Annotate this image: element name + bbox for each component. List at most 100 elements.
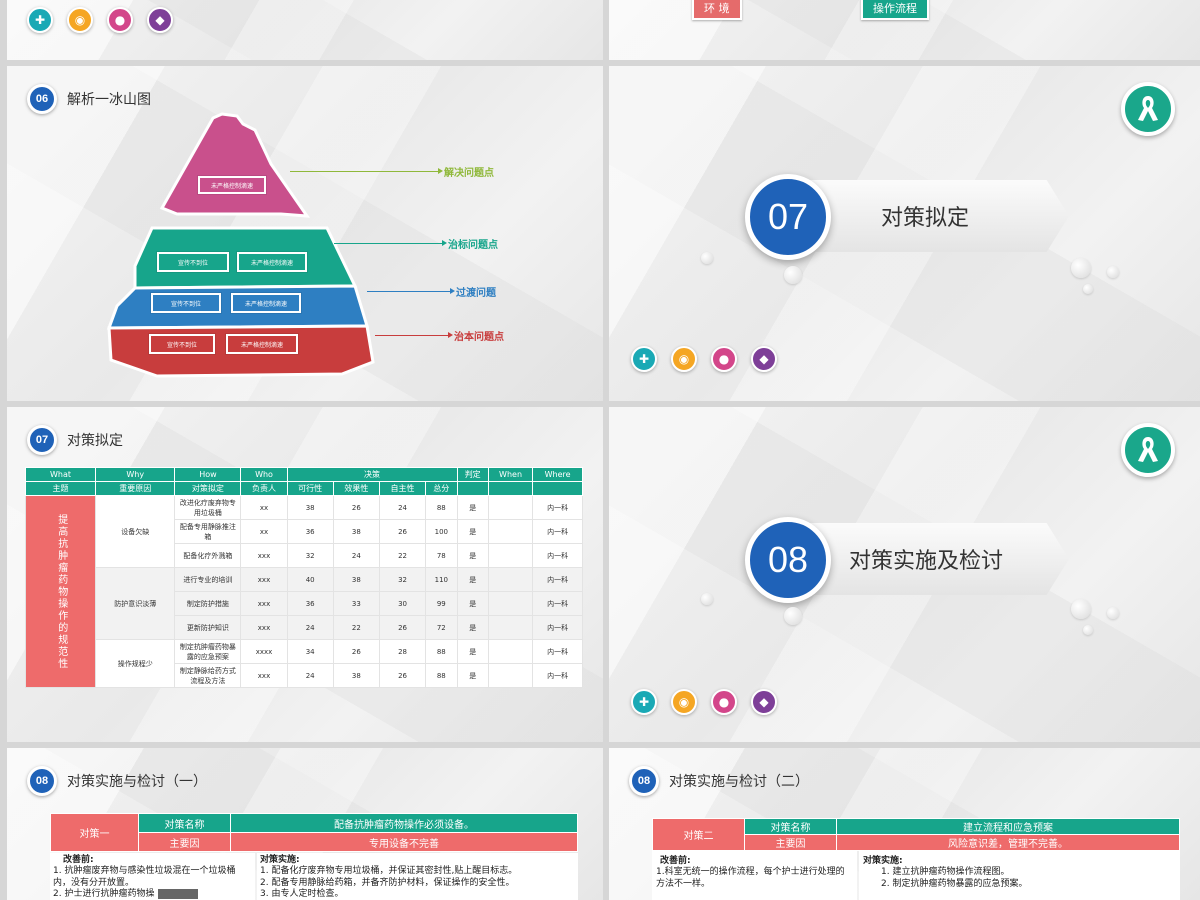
table-cell: 制定抗肿瘤药物暴露的应急预案 (174, 639, 242, 664)
table-cell: 进行专业的培训 (174, 567, 242, 592)
table-cell: 26 (332, 495, 380, 520)
impl-line: 3. 由专人定时检查。 (260, 888, 344, 899)
section-badge: 07 (27, 425, 57, 455)
table-cell: 88 (425, 663, 458, 688)
label-solve: 解决问题点 (290, 164, 494, 179)
table-cell: xxx (240, 543, 288, 568)
table-cell: 24 (378, 495, 427, 520)
table-cell: 内一科 (532, 567, 583, 592)
col-total: 总分 (425, 481, 458, 496)
table-cell: 26 (378, 663, 427, 688)
section-title-bar: 对策拟定 (789, 180, 1069, 252)
table-body: 提高抗肿瘤药物操作的规范性 设备欠缺 改进化疗废弃物专用垃圾桶 xx 38 26 24 88 是… (25, 495, 583, 688)
table-cell (487, 519, 534, 544)
reason-cell: 设备欠缺 (94, 495, 176, 568)
col-decision: 决策 (286, 467, 458, 482)
table-cell (487, 543, 534, 568)
slide-section-08[interactable]: 对策实施及检讨 08 ✚ ◉ ● ◆ (609, 407, 1200, 742)
col-who: Who (240, 467, 288, 482)
bubble (1071, 258, 1091, 278)
table-cell: 32 (378, 567, 427, 592)
bubble (1107, 607, 1119, 619)
section-number: 07 (745, 174, 831, 260)
table-cell: 34 (286, 639, 334, 664)
table-cell: xxx (240, 591, 288, 616)
slide-header: 08 对策实施与检讨（一） (27, 766, 207, 796)
icon-row: ✚ ◉ ● ◆ (631, 689, 777, 715)
before-panel: 改善前: 1. 抗肿瘤废弃物与感染性垃圾混在一个垃圾桶内，没有分开放置。 2. … (50, 853, 255, 900)
col-reason: 重要原因 (94, 481, 176, 496)
strategy-info-table: 对策一 对策名称 配备抗肿瘤药物操作必须设备。 主要因 专用设备不完善 (50, 813, 578, 852)
section-title-bar: 对策实施及检讨 (789, 523, 1069, 595)
bubble (784, 266, 802, 284)
before-title: 改善前: (660, 856, 691, 866)
table-cell: 内一科 (532, 495, 583, 520)
table-cell: 制定防护措施 (174, 591, 242, 616)
col-theme: 主题 (25, 481, 96, 496)
slide-header: 07 对策拟定 (27, 425, 123, 455)
bubble (701, 593, 713, 605)
ribbon-icon (1121, 82, 1175, 136)
label-symptom: 治标问题点 (334, 236, 498, 251)
table-cell (487, 591, 534, 616)
table-cell: 32 (286, 543, 334, 568)
top-cause-box: 未严格控制滴速 (198, 176, 266, 194)
table-cell: 是 (456, 543, 489, 568)
bubble (1083, 284, 1093, 294)
pill-icon: ◆ (751, 346, 777, 372)
table-cell: 内一科 (532, 591, 583, 616)
teal-right-box: 未严格控制滴速 (237, 252, 307, 272)
camera-icon: ◉ (671, 689, 697, 715)
label-root: 治本问题点 (375, 328, 504, 343)
col-strategy: 对策拟定 (174, 481, 242, 496)
photo-thumbnail (158, 888, 199, 899)
table-cell: 内一科 (532, 615, 583, 640)
table-cell: 36 (286, 519, 334, 544)
col-how: How (174, 467, 242, 482)
slide-strategy-table[interactable]: 07 对策拟定 What Why How Who 决策 判定 When Wher… (7, 407, 603, 742)
before-panel: 改善前: 1.科室无统一的操作流程，每个护士进行处理的方法不一样。 (652, 850, 857, 900)
strategy-table: What Why How Who 决策 判定 When Where 主题 重要原… (25, 467, 583, 688)
slide-iceberg[interactable]: 06 解析一冰山图 未严格控制滴速 宣传不到位 未严格控制滴速 宣传不到位 未严… (7, 66, 603, 401)
implementation-panel: 对策实施: 1. 建立抗肿瘤药物操作流程图。 2. 制定抗肿瘤药物暴露的应急预案… (859, 850, 1180, 900)
environment-tag: 环 境 (692, 0, 742, 20)
table-cell: 配备专用静脉推注箱 (174, 519, 242, 544)
blue-left-box: 宣传不到位 (151, 293, 221, 313)
table-cell: 30 (378, 591, 427, 616)
before-line: 1.科室无统一的操作流程，每个护士进行处理的方法不一样。 (656, 867, 845, 889)
table-cell (487, 639, 534, 664)
table-cell: 22 (332, 615, 380, 640)
table-cell: 72 (425, 615, 458, 640)
red-left-box: 宣传不到位 (149, 334, 215, 354)
slide-top-left[interactable]: ✚ ◉ ● ◆ (7, 0, 603, 60)
before-title: 改善前: (63, 855, 94, 865)
table-cell: xxx (240, 615, 288, 640)
bubble (1107, 266, 1119, 278)
slide-section-07[interactable]: 对策拟定 07 ✚ ◉ ● ◆ (609, 66, 1200, 401)
table-cell: 内一科 (532, 543, 583, 568)
table-cell: 24 (286, 663, 334, 688)
table-cell: 38 (286, 495, 334, 520)
table-cell: 78 (425, 543, 458, 568)
section-badge: 08 (27, 766, 57, 796)
camera-icon: ◉ (671, 346, 697, 372)
user-icon: ● (107, 7, 133, 33)
table-row: 提高抗肿瘤药物操作的规范性 设备欠缺 改进化疗废弃物专用垃圾桶 xx 38 26 24 88 是… (25, 495, 583, 688)
pill-icon: ◆ (751, 689, 777, 715)
table-cell: 是 (456, 519, 489, 544)
section-badge: 08 (629, 766, 659, 796)
table-cell: 内一科 (532, 639, 583, 664)
table-cell: xxx (240, 567, 288, 592)
blue-right-box: 未严格控制滴速 (231, 293, 301, 313)
strategy-info-table: 对策二 对策名称 建立流程和应急预案 主要因 风险意识差，管理不完善。 (652, 818, 1180, 851)
table-cell: 24 (286, 615, 334, 640)
slide-top-right[interactable]: 环 境 操作流程 (609, 0, 1200, 60)
slide-implementation-1[interactable]: 08 对策实施与检讨（一） 对策一 对策名称 配备抗肿瘤药物操作必须设备。 主要… (7, 748, 603, 900)
table-cell: 38 (332, 519, 380, 544)
table-cell: 是 (456, 615, 489, 640)
slide-implementation-2[interactable]: 08 对策实施与检讨（二） 对策二 对策名称 建立流程和应急预案 主要因 风险意… (609, 748, 1200, 900)
pill-icon: ◆ (147, 7, 173, 33)
impl-title: 对策实施: (863, 856, 903, 866)
implementation-panel: 对策实施: 1. 配备化疗废弃物专用垃圾桶，并保证其密封性,贴上醒目标志。 2.… (257, 853, 578, 900)
cause-label: 主要因 (138, 832, 231, 852)
